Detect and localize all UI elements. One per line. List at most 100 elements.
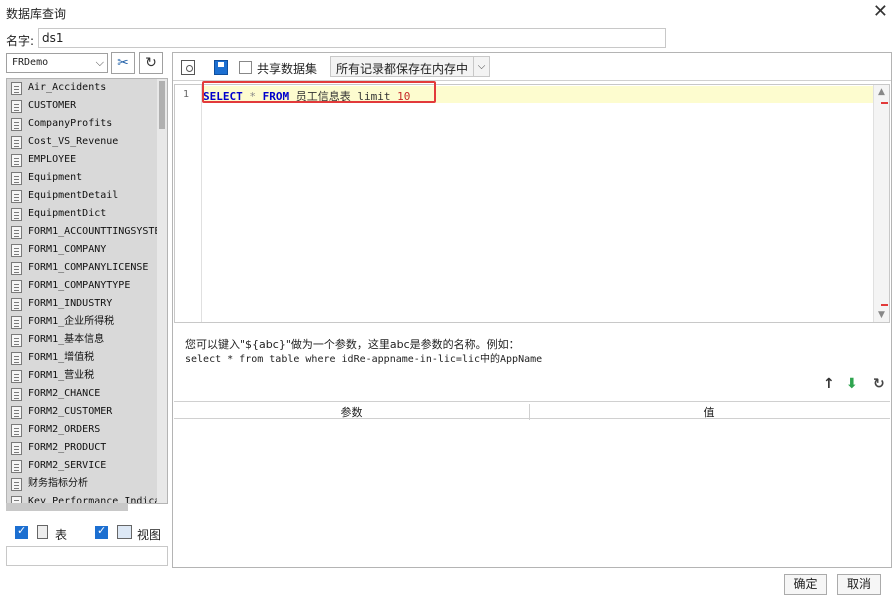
list-item[interactable]: CompanyProfits [7,115,157,133]
hint-line-2: select * from table where idRe-appname-i… [185,354,543,365]
list-item[interactable]: FORM1_基本信息 [7,331,157,349]
sql-toolbar: 共享数据集 所有记录都保存在内存中 ⌵ [173,53,891,81]
table-icon [11,424,22,437]
view-icon [117,525,132,539]
close-icon[interactable]: ✕ [873,2,888,22]
table-list-scrollbar[interactable] [157,79,167,503]
share-dataset-checkbox[interactable] [239,61,252,74]
name-label: 名字: [6,34,35,48]
table-icon [11,316,22,329]
table-icon [11,478,22,491]
table-icon [11,118,22,131]
list-item[interactable]: FORM1_COMPANYTYPE [7,277,157,295]
table-icon [11,262,22,275]
table-icon [11,226,22,239]
table-icon [11,460,22,473]
table-icon [11,82,22,95]
datasource-value: FRDemo [12,57,49,68]
window-title: 数据库查询 [6,7,67,21]
list-item[interactable]: Equipment [7,169,157,187]
name-input[interactable]: ds1 [38,28,666,48]
list-item[interactable]: FORM1_COMPANYLICENSE [7,259,157,277]
scrollbar-thumb[interactable] [159,81,165,129]
save-icon[interactable] [214,60,228,75]
table-icon [11,442,22,455]
list-item[interactable]: Cost_VS_Revenue [7,133,157,151]
datasource-config-button[interactable]: ✂ [111,52,135,74]
param-column-header: 参数 [174,404,530,420]
scroll-up-icon[interactable]: ▲ [876,87,887,97]
table-list-hscrollbar[interactable] [6,503,128,511]
show-views-label: 视图 [137,528,162,542]
name-row: 名字: ds1 [0,27,896,53]
parameter-hint: 您可以键入"${abc}"做为一个参数，这里abc是参数的名称。例如： sele… [185,337,542,367]
sql-editor[interactable]: 1 SELECT * FROM 员工信息表 limit 10 ▲ ▼ [174,81,890,323]
cancel-button[interactable]: 取消 [837,574,881,595]
list-item[interactable]: FORM1_COMPANY [7,241,157,259]
share-dataset-label: 共享数据集 [257,62,318,76]
refresh-icon[interactable]: ↻ [873,376,885,392]
chevron-down-icon: ⌵ [473,57,489,76]
datasource-select[interactable]: FRDemo ⌵ [6,53,108,73]
table-icon [11,388,22,401]
show-tables-checkbox[interactable] [15,524,28,539]
list-item[interactable]: FORM1_增值税 [7,349,157,367]
object-type-filters: 表 视图 [4,522,171,544]
table-icon [11,100,22,113]
refresh-button[interactable]: ↻ [139,52,163,74]
memory-mode-value: 所有记录都保存在内存中 [336,62,469,76]
list-item[interactable]: FORM1_ACCOUNTTINGSYSTEM [7,223,157,241]
tools-icon: ✂ [117,55,129,71]
highlight-box [202,81,436,103]
list-item[interactable]: FORM2_SERVICE [7,457,157,475]
move-up-icon[interactable]: ↑ [823,376,835,392]
table-filter-input[interactable] [6,546,168,566]
list-item[interactable]: FORM2_CUSTOMER [7,403,157,421]
show-views-checkbox[interactable] [95,524,108,539]
table-icon [11,208,22,221]
move-down-icon[interactable]: ⬇ [846,376,858,392]
list-item[interactable]: FORM1_企业所得税 [7,313,157,331]
parameter-table-header: 参数 值 [174,401,890,420]
list-item[interactable]: FORM1_营业税 [7,367,157,385]
editor-scrollbar[interactable]: ▲ ▼ [873,85,889,322]
table-icon [11,406,22,419]
table-icon [11,154,22,167]
list-item[interactable]: EMPLOYEE [7,151,157,169]
ok-button[interactable]: 确定 [784,574,827,595]
title-bar: 数据库查询 ✕ [0,0,896,26]
list-item[interactable]: FORM2_PRODUCT [7,439,157,457]
chevron-down-icon: ⌵ [95,56,104,69]
scroll-down-icon[interactable]: ▼ [876,310,887,320]
list-item[interactable]: FORM2_ORDERS [7,421,157,439]
table-icon [11,244,22,257]
left-panel: FRDemo ⌵ ✂ ↻ Air_Accidents CUSTOMER Comp… [4,52,171,568]
table-icon [11,334,22,347]
table-icon [11,136,22,149]
hint-line-1: 您可以键入"${abc}"做为一个参数，这里abc是参数的名称。例如： [185,338,520,351]
table-icon [11,298,22,311]
scroll-marker [881,304,888,306]
list-item[interactable]: FORM1_INDUSTRY [7,295,157,313]
list-item[interactable]: Air_Accidents [7,79,157,97]
table-icon [11,352,22,365]
table-icon [11,370,22,383]
list-item[interactable]: CUSTOMER [7,97,157,115]
right-panel: 共享数据集 所有记录都保存在内存中 ⌵ 1 SELECT * FROM 员工信息… [172,52,892,568]
table-icon [11,280,22,293]
table-icon [11,172,22,185]
table-icon [11,190,22,203]
table-list[interactable]: Air_Accidents CUSTOMER CompanyProfits Co… [6,78,168,504]
refresh-icon: ↻ [145,55,157,71]
list-item[interactable]: EquipmentDetail [7,187,157,205]
value-column-header: 值 [703,406,715,419]
list-item[interactable]: FORM2_CHANCE [7,385,157,403]
line-number: 1 [183,89,190,100]
list-item[interactable]: 财务指标分析 [7,475,157,493]
list-item[interactable]: EquipmentDict [7,205,157,223]
memory-mode-select[interactable]: 所有记录都保存在内存中 ⌵ [330,56,490,77]
preview-icon[interactable] [181,60,195,75]
parameter-tools: ↑ ⬇ ↻ [817,376,891,394]
line-number-gutter: 1 [175,85,202,322]
scroll-marker [881,102,888,104]
